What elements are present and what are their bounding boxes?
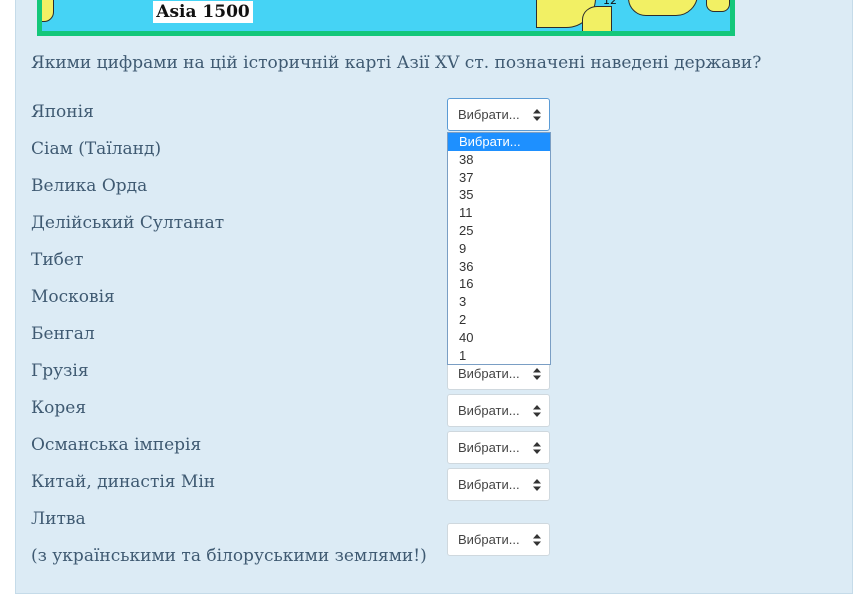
answer-select[interactable]: Вибрати... bbox=[447, 468, 550, 501]
item-label: Сіам (Таїланд) bbox=[31, 139, 162, 159]
dropdown-option[interactable]: 16 bbox=[448, 275, 550, 293]
map-landmass bbox=[706, 0, 730, 12]
dropdown-option[interactable]: 9 bbox=[448, 240, 550, 258]
item-label: Османська імперія bbox=[31, 435, 202, 455]
answer-select[interactable]: Вибрати... bbox=[447, 431, 550, 464]
select-value: Вибрати... bbox=[458, 107, 520, 122]
item-label: Литва bbox=[31, 509, 86, 529]
select-value: Вибрати... bbox=[458, 532, 520, 547]
map-landmass bbox=[628, 0, 698, 16]
dropdown-option[interactable]: Вибрати... bbox=[448, 133, 550, 151]
dropdown-option[interactable]: 25 bbox=[448, 222, 550, 240]
item-label: Велика Орда bbox=[31, 176, 148, 196]
item-label: Японія bbox=[31, 102, 94, 122]
item-label: Московія bbox=[31, 287, 115, 307]
sort-arrows-icon bbox=[533, 368, 541, 380]
item-label: Тибет bbox=[31, 250, 84, 270]
sort-arrows-icon bbox=[533, 534, 541, 546]
answer-select[interactable]: Вибрати... bbox=[447, 394, 550, 427]
dropdown-option[interactable]: 3 bbox=[448, 293, 550, 311]
asia-1500-map: Asia 1500 12 bbox=[37, 0, 735, 36]
select-dropdown-list[interactable]: Вибрати... 38 37 35 11 25 9 36 16 3 2 40 1 bbox=[447, 132, 551, 365]
dropdown-option[interactable]: 2 bbox=[448, 311, 550, 329]
item-label: Грузія bbox=[31, 361, 89, 381]
dropdown-option[interactable]: 11 bbox=[448, 204, 550, 222]
dropdown-option[interactable]: 40 bbox=[448, 329, 550, 347]
map-sea: Asia 1500 12 bbox=[42, 0, 730, 31]
question-panel bbox=[15, 0, 853, 594]
map-landmass bbox=[582, 6, 612, 31]
dropdown-option[interactable]: 35 bbox=[448, 186, 550, 204]
item-label: Делійський Султанат bbox=[31, 213, 225, 233]
item-label: Китай, династія Мін bbox=[31, 472, 216, 492]
sort-arrows-icon bbox=[533, 442, 541, 454]
question-text: Якими цифрами на цій історичній карті Аз… bbox=[31, 53, 762, 73]
dropdown-option[interactable]: 38 bbox=[448, 151, 550, 169]
map-landmass bbox=[42, 0, 54, 22]
dropdown-option[interactable]: 37 bbox=[448, 169, 550, 187]
sort-arrows-icon bbox=[533, 109, 541, 121]
item-label: Бенгал bbox=[31, 324, 95, 344]
item-label: Корея bbox=[31, 398, 87, 418]
select-value: Вибрати... bbox=[458, 403, 520, 418]
select-value: Вибрати... bbox=[458, 366, 520, 381]
answer-select[interactable]: Вибрати... bbox=[447, 523, 550, 556]
sort-arrows-icon bbox=[533, 479, 541, 491]
select-value: Вибрати... bbox=[458, 477, 520, 492]
dropdown-option[interactable]: 36 bbox=[448, 258, 550, 276]
sort-arrows-icon bbox=[533, 405, 541, 417]
answer-select[interactable]: Вибрати... bbox=[447, 98, 550, 131]
map-number-label: 12 bbox=[603, 0, 617, 7]
select-value: Вибрати... bbox=[458, 440, 520, 455]
map-title: Asia 1500 bbox=[153, 1, 253, 23]
dropdown-option[interactable]: 1 bbox=[448, 347, 550, 365]
item-label-continued: (з українськими та білоруськими землями!… bbox=[31, 546, 427, 566]
